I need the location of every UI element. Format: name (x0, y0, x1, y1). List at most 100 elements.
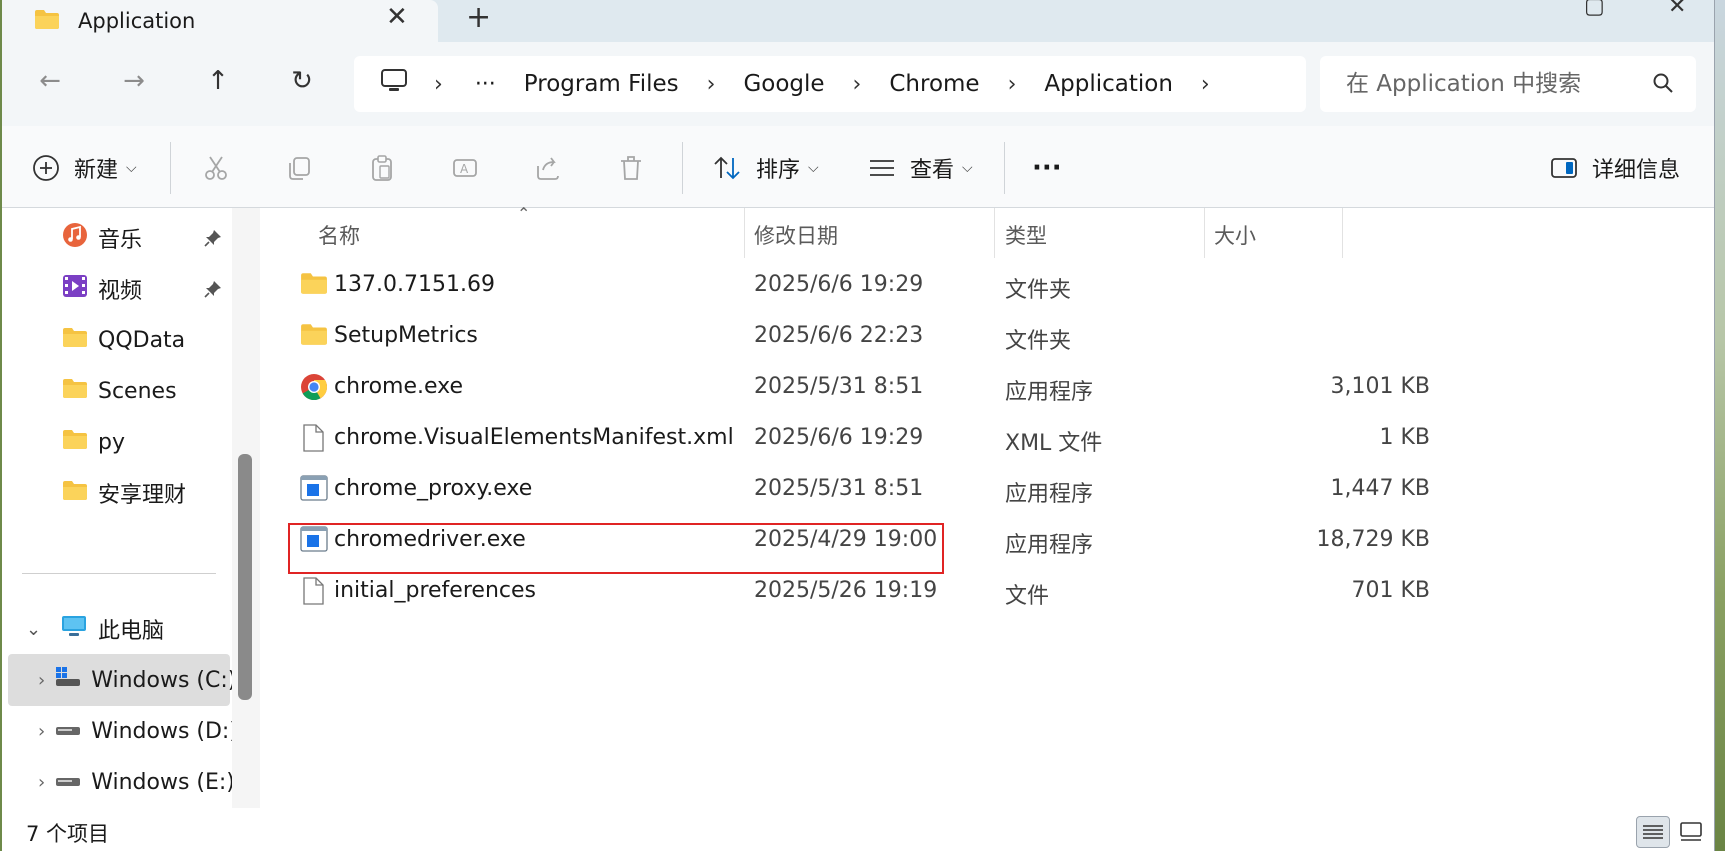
sidebar-item-label: Windows (E:) (91, 769, 235, 795)
close-window-icon[interactable]: ✕ (1668, 0, 1686, 19)
column-header-size[interactable]: 大小 (1214, 220, 1256, 250)
breadcrumb-chrome[interactable]: Chrome (889, 71, 979, 97)
pin-icon[interactable] (204, 228, 222, 253)
file-icon (300, 577, 326, 611)
column-header-name[interactable]: 名称 (318, 220, 360, 250)
details-pane-icon (1550, 156, 1578, 180)
breadcrumb-application[interactable]: Application (1044, 71, 1173, 97)
chevron-right-icon[interactable]: › (1201, 72, 1210, 97)
trash-icon (621, 156, 641, 180)
view-button-label: 查看 (910, 158, 955, 183)
sidebar-item-label: 音乐 (98, 228, 143, 253)
paste-button[interactable] (368, 148, 396, 188)
folder-icon (300, 322, 328, 352)
details-view-icon[interactable] (1636, 816, 1670, 848)
chevron-right-icon[interactable]: › (434, 72, 443, 97)
divider (682, 142, 683, 194)
cut-button[interactable] (202, 148, 230, 188)
details-pane-button[interactable]: 详细信息 (1550, 148, 1680, 188)
more-options-button[interactable]: ··· (1032, 148, 1062, 188)
details-pane-label: 详细信息 (1592, 158, 1681, 183)
scissors-icon (205, 156, 227, 180)
file-type: 应用程序 (1005, 380, 1094, 405)
file-row[interactable]: SetupMetrics 2025/6/6 22:23 文件夹 (260, 311, 1360, 362)
share-button[interactable] (534, 148, 562, 188)
close-tab-icon[interactable]: ✕ (386, 2, 408, 32)
up-arrow-icon[interactable]: ↑ (198, 66, 238, 96)
address-bar[interactable]: › ··· Program Files › Google › Chrome › … (354, 56, 1306, 112)
chevron-right-icon[interactable]: › (38, 721, 45, 742)
file-date: 2025/6/6 19:29 (754, 272, 924, 297)
sidebar-item-music[interactable]: 音乐 (2, 212, 230, 264)
svg-text:A: A (460, 162, 469, 176)
chevron-right-icon[interactable]: › (38, 670, 45, 691)
file-size: 18,729 KB (1316, 527, 1431, 552)
delete-button[interactable] (617, 148, 645, 188)
file-row[interactable]: chrome_proxy.exe 2025/5/31 8:51 应用程序 1,4… (260, 464, 1430, 515)
chevron-right-icon[interactable]: › (853, 72, 862, 97)
file-row[interactable]: 137.0.7151.69 2025/6/6 19:29 文件夹 (260, 260, 1360, 311)
file-name: SetupMetrics (334, 323, 478, 348)
this-pc-icon[interactable] (380, 68, 408, 100)
exe-icon (300, 475, 328, 507)
sort-button[interactable]: 排序 ⌵ (712, 148, 819, 188)
sidebar-item-label: 安享理财 (98, 483, 187, 508)
file-row[interactable]: chrome.VisualElementsManifest.xml 2025/6… (260, 413, 1430, 464)
column-divider[interactable] (744, 208, 745, 258)
column-header-date[interactable]: 修改日期 (754, 220, 838, 250)
file-name: chrome_proxy.exe (334, 476, 533, 501)
copy-button[interactable] (285, 148, 313, 188)
windows-drive-icon (55, 666, 81, 694)
sort-button-label: 排序 (756, 158, 801, 183)
chevron-right-icon[interactable]: › (38, 772, 45, 793)
new-tab-icon[interactable]: + (466, 0, 491, 35)
search-icon[interactable] (1652, 72, 1674, 98)
view-button[interactable]: 查看 ⌵ (868, 148, 973, 188)
folder-icon (300, 271, 328, 301)
tiles-view-icon[interactable] (1674, 816, 1708, 848)
chevron-right-icon[interactable]: › (1008, 72, 1017, 97)
new-button[interactable]: 新建 ⌵ (32, 148, 137, 188)
sidebar-item-drive-e[interactable]: › Windows (E:) (2, 756, 235, 808)
chevron-down-icon[interactable]: ⌄ (26, 619, 50, 640)
sidebar-scrollbar-thumb[interactable] (238, 454, 252, 700)
breadcrumb-google[interactable]: Google (743, 71, 824, 97)
search-box (1320, 56, 1696, 112)
tab-bar: Application ✕ + ▢ ✕ (2, 0, 1714, 42)
sidebar-item-label: Windows (C:) (91, 667, 237, 693)
sidebar-item-this-pc[interactable]: ⌄ 此电脑 (2, 603, 230, 655)
search-input[interactable] (1346, 71, 1646, 97)
clipboard-icon (372, 155, 392, 181)
column-divider[interactable] (994, 208, 995, 258)
column-divider[interactable] (1204, 208, 1205, 258)
sidebar-item-drive-c[interactable]: › Windows (C:) (8, 654, 236, 706)
file-row[interactable]: chrome.exe 2025/5/31 8:51 应用程序 3,101 KB (260, 362, 1430, 413)
sidebar-item-video[interactable]: 视频 (2, 263, 230, 315)
sidebar-item-qqdata[interactable]: QQData (2, 314, 230, 366)
sidebar-item-label: 视频 (98, 279, 143, 304)
file-type: 文件夹 (1005, 329, 1072, 354)
back-arrow-icon[interactable]: ← (30, 66, 70, 96)
file-date: 2025/5/31 8:51 (754, 374, 924, 399)
breadcrumb-program-files[interactable]: Program Files (524, 71, 679, 97)
folder-icon (62, 479, 88, 507)
column-header-type[interactable]: 类型 (1005, 220, 1047, 250)
chevron-right-icon[interactable]: › (707, 72, 716, 97)
navigation-pane: 音乐 视频 QQData Scenes py 安享理财 ⌄ 此电脑 › Wind… (2, 208, 260, 808)
tab-application[interactable]: Application ✕ (2, 0, 438, 42)
file-type: 文件 (1005, 584, 1050, 609)
sidebar-item-scenes[interactable]: Scenes (2, 365, 230, 417)
item-count: 7 个项目 (26, 822, 110, 846)
rename-button[interactable]: A (451, 148, 479, 188)
sidebar-item-py[interactable]: py (2, 416, 230, 468)
pin-icon[interactable] (204, 279, 222, 304)
forward-arrow-icon[interactable]: → (114, 66, 154, 96)
sidebar-item-anxiang[interactable]: 安享理财 (2, 467, 230, 519)
sidebar-item-drive-d[interactable]: › Windows (D:) (2, 705, 238, 757)
column-divider[interactable] (1342, 208, 1343, 258)
file-size: 701 KB (1351, 578, 1430, 603)
maximize-icon[interactable]: ▢ (1584, 0, 1605, 19)
file-name: chrome.VisualElementsManifest.xml (334, 425, 734, 450)
breadcrumb-overflow[interactable]: ··· (475, 72, 496, 97)
refresh-icon[interactable]: ↻ (282, 66, 322, 96)
